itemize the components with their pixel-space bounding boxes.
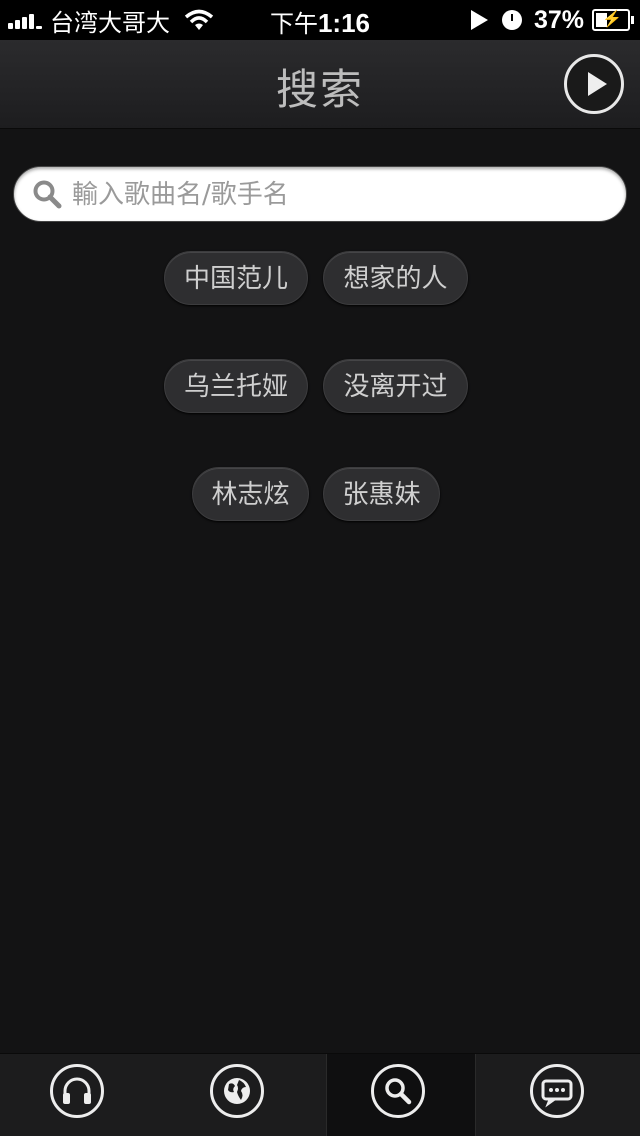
hot-tag[interactable]: 乌兰托娅 <box>164 359 308 413</box>
now-playing-button[interactable] <box>564 54 624 114</box>
headphones-icon <box>50 1064 104 1118</box>
status-right: 37% ⚡ <box>470 4 634 36</box>
tab-music[interactable] <box>6 1054 154 1136</box>
hot-tag[interactable]: 张惠妹 <box>323 467 440 521</box>
page-title: 搜索 <box>275 65 364 114</box>
tab-bar <box>0 1053 640 1136</box>
time-prefix: 下午 <box>269 10 318 38</box>
tab-messages[interactable] <box>486 1054 634 1136</box>
hot-tag[interactable]: 没离开过 <box>323 359 468 413</box>
tab-discover[interactable] <box>166 1054 314 1136</box>
battery-icon: ⚡ <box>592 9 634 31</box>
magnifier-icon <box>33 180 62 209</box>
search-icon <box>371 1064 425 1118</box>
nav-bar: 搜索 <box>0 40 640 129</box>
globe-icon <box>210 1064 264 1118</box>
battery-percent: 37% <box>533 5 584 34</box>
time-value: 1:16 <box>317 8 371 38</box>
hot-tag[interactable]: 林志炫 <box>192 467 309 521</box>
tab-search[interactable] <box>326 1054 476 1136</box>
search-bar[interactable] <box>13 166 627 222</box>
search-screen: 台湾大哥大 下午1:16 37% ⚡ 搜索 輸入歌曲名/歌手名 中国范儿 想家的… <box>0 0 640 1136</box>
status-bar: 台湾大哥大 下午1:16 37% ⚡ <box>0 0 640 40</box>
now-playing-icon <box>470 10 488 30</box>
chat-icon <box>530 1064 584 1118</box>
search-input[interactable] <box>70 173 614 217</box>
play-icon <box>588 72 607 96</box>
alarm-clock-icon <box>501 10 522 30</box>
hot-tag[interactable]: 想家的人 <box>323 251 468 305</box>
hot-tag[interactable]: 中国范儿 <box>164 251 308 305</box>
